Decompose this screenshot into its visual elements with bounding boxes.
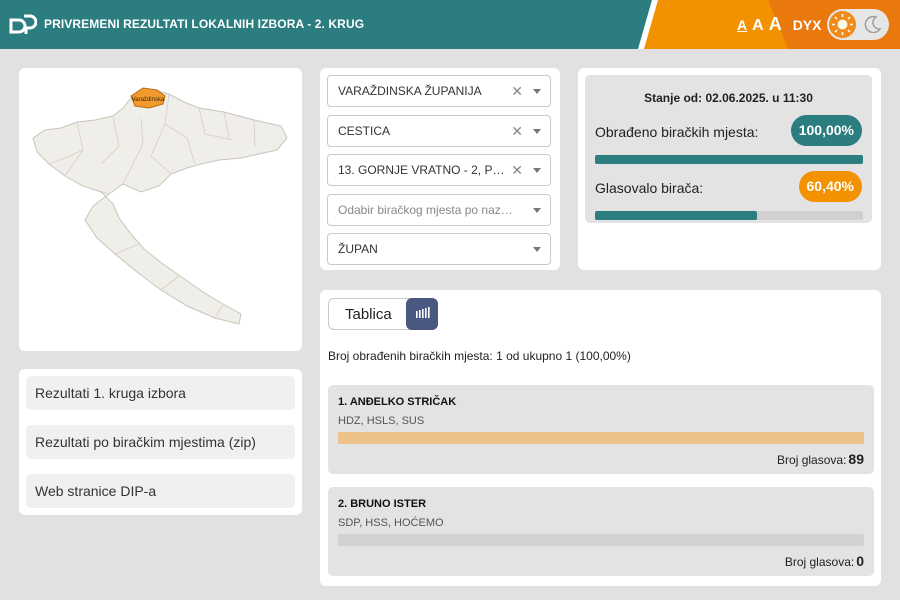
stats-box: Stanje od: 02.06.2025. u 11:30 Obrađeno … <box>585 75 872 223</box>
croatia-map[interactable]: Varaždinska <box>19 68 302 351</box>
street-search-placeholder: Odabir biračkog mjesta po nazivu ulice <box>338 203 513 217</box>
candidate-votes: Broj glasova: 89 <box>777 451 864 467</box>
street-search-select[interactable]: Odabir biračkog mjesta po nazivu ulice <box>327 194 551 226</box>
links-panel: Rezultati 1. kruga izbora Rezultati po b… <box>19 369 302 515</box>
candidate-parties: SDP, HSS, HOĆEMO <box>338 517 444 529</box>
turnout-progress-bar <box>595 211 863 220</box>
polling-station-select-value: 13. GORNJE VRATNO - 2, PROSTORIJA <box>338 163 513 177</box>
chevron-down-icon <box>533 208 541 213</box>
polling-station-clear-icon[interactable]: ✕ <box>511 155 523 185</box>
chevron-down-icon <box>533 89 541 94</box>
turnout-label: Glasovalo birača: <box>595 180 704 196</box>
votes-label: Broj glasova: <box>777 453 847 467</box>
votes-label: Broj glasova: <box>784 555 855 569</box>
processed-label: Obrađeno biračkih mjesta: <box>595 124 759 140</box>
election-type-select[interactable]: ŽUPAN <box>327 233 551 265</box>
votes-value: 89 <box>848 451 864 467</box>
page-title: PRIVREMENI REZULTATI LOKALNIH IZBORA - 2… <box>44 17 365 31</box>
candidate-card: 2. BRUNO ISTER SDP, HSS, HOĆEMO Broj gla… <box>328 487 874 576</box>
bar-chart-icon <box>416 307 430 318</box>
county-clear-icon[interactable]: ✕ <box>511 76 523 106</box>
stats-panel: Stanje od: 02.06.2025. u 11:30 Obrađeno … <box>578 68 881 270</box>
link-first-round-results[interactable]: Rezultati 1. kruga izbora <box>26 376 295 410</box>
turnout-badge: 60,40% <box>798 171 862 202</box>
processed-progress-bar <box>595 155 863 164</box>
sun-icon <box>829 11 856 38</box>
map-panel: Varaždinska <box>19 68 302 351</box>
candidate-vote-bar <box>338 534 864 546</box>
table-view-button[interactable]: Tablica <box>345 306 392 323</box>
candidate-vote-bar <box>338 432 864 444</box>
candidate-name: 1. ANĐELKO STRIČAK <box>338 396 457 408</box>
chevron-down-icon <box>533 129 541 134</box>
municipality-clear-icon[interactable]: ✕ <box>511 116 523 146</box>
polling-station-select[interactable]: 13. GORNJE VRATNO - 2, PROSTORIJA ✕ <box>327 154 551 186</box>
font-size-large-button[interactable]: A <box>769 14 782 35</box>
turnout-progress-fill <box>595 211 757 220</box>
highlighted-county-label: Varaždinska <box>132 97 165 103</box>
municipality-select[interactable]: CESTICA ✕ <box>327 115 551 147</box>
theme-toggle[interactable] <box>827 9 889 40</box>
chart-view-button[interactable] <box>406 298 438 330</box>
filters-panel: VARAŽDINSKA ŽUPANIJA ✕ CESTICA ✕ 13. GOR… <box>320 68 560 270</box>
as-of-timestamp: Stanje od: 02.06.2025. u 11:30 <box>644 91 813 105</box>
candidate-vote-bar-fill <box>338 432 864 444</box>
results-panel: Tablica Broj obrađenih biračkih mjesta: … <box>320 290 881 586</box>
font-size-controls: A A A DYX <box>737 14 821 35</box>
dip-logo-icon <box>9 14 37 34</box>
candidate-name: 2. BRUNO ISTER <box>338 498 427 510</box>
link-polling-stations-zip[interactable]: Rezultati po biračkim mjestima (zip) <box>26 425 295 459</box>
county-select[interactable]: VARAŽDINSKA ŽUPANIJA ✕ <box>327 75 551 107</box>
top-bar: PRIVREMENI REZULTATI LOKALNIH IZBORA - 2… <box>0 0 900 49</box>
votes-value: 0 <box>856 553 864 569</box>
candidate-parties: HDZ, HSLS, SUS <box>338 415 425 427</box>
chevron-down-icon <box>533 168 541 173</box>
candidate-votes: Broj glasova: 0 <box>785 553 864 569</box>
link-dip-website[interactable]: Web stranice DIP-a <box>26 474 295 508</box>
view-toggle: Tablica <box>328 298 438 330</box>
processed-count-line: Broj obrađenih biračkih mjesta: 1 od uku… <box>328 349 631 363</box>
moon-icon <box>864 15 882 33</box>
municipality-select-value: CESTICA <box>338 124 391 138</box>
processed-badge: 100,00% <box>790 115 862 146</box>
candidate-card: 1. ANĐELKO STRIČAK HDZ, HSLS, SUS Broj g… <box>328 385 874 474</box>
font-size-medium-button[interactable]: A <box>752 17 764 35</box>
election-type-select-value: ŽUPAN <box>338 242 378 256</box>
chevron-down-icon <box>533 247 541 252</box>
dyslexia-font-button[interactable]: DYX <box>793 17 822 33</box>
font-size-small-button[interactable]: A <box>737 17 747 33</box>
processed-progress-fill <box>595 155 863 164</box>
county-select-value: VARAŽDINSKA ŽUPANIJA <box>338 84 482 98</box>
